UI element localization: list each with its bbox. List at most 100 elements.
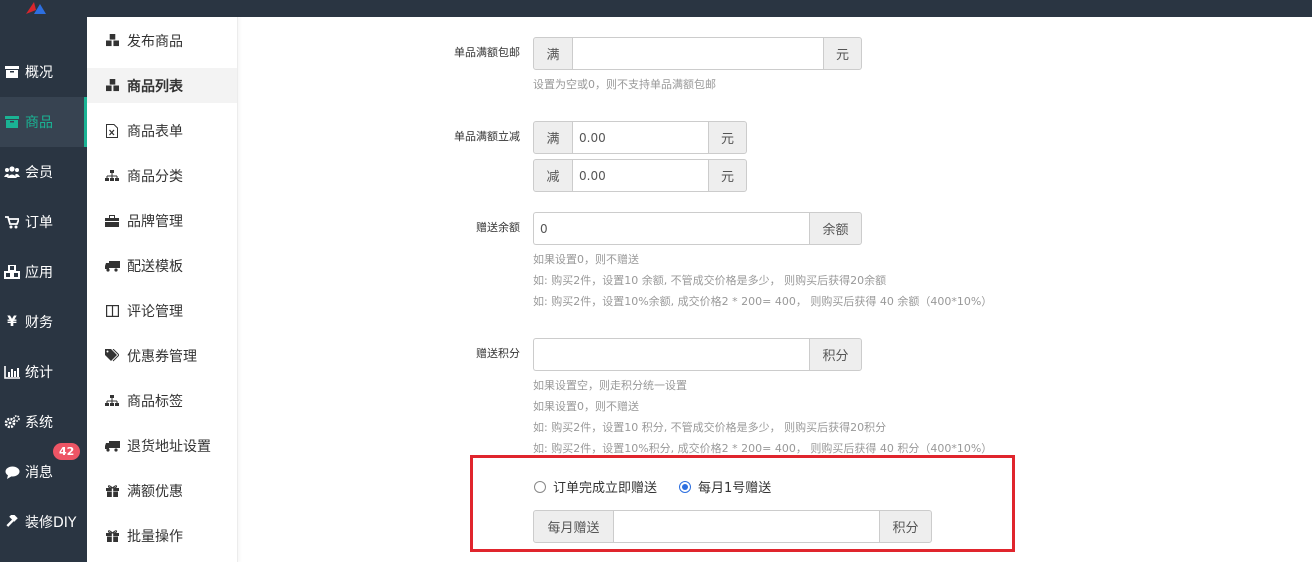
bar-chart-icon bbox=[4, 365, 20, 379]
nav-label: 应用 bbox=[25, 265, 53, 281]
archive-icon bbox=[4, 66, 20, 78]
free-shipping-help: 设置为空或0，则不支持单品满额包邮 bbox=[533, 78, 716, 91]
nav-label: 财务 bbox=[25, 315, 53, 331]
cart-icon bbox=[4, 215, 20, 229]
monthly-gift-input[interactable] bbox=[614, 510, 879, 543]
instant-discount-label: 单品满额立减 bbox=[454, 130, 520, 143]
gift-balance-help-1: 如果设置0，则不赠送 bbox=[533, 253, 639, 266]
gift-balance-suffix: 余额 bbox=[809, 212, 862, 245]
sub-nav: 发布商品 商品列表 商品表单 商品分类 品牌管理 配送模板 评论管理 优惠券管理… bbox=[87, 17, 238, 562]
gift-balance-group: 余额 bbox=[533, 212, 862, 245]
sub-item-label: 满额优惠 bbox=[127, 483, 183, 500]
cubes-icon bbox=[4, 265, 20, 279]
truck-icon bbox=[104, 260, 120, 272]
free-shipping-label: 单品满额包邮 bbox=[454, 46, 520, 59]
gift-points-help-4: 如: 购买2件，设置10%积分, 成交价格2 * 200= 400， 则购买后获… bbox=[533, 442, 993, 455]
sub-item-label: 发布商品 bbox=[127, 33, 183, 50]
gift-balance-label: 赠送余额 bbox=[476, 221, 520, 234]
users-icon bbox=[4, 166, 20, 178]
nav-label: 系统 bbox=[25, 415, 53, 431]
discount-minus-input[interactable] bbox=[573, 159, 708, 192]
nav-item-orders[interactable]: 订单 bbox=[0, 197, 87, 247]
sub-item-label: 商品表单 bbox=[127, 123, 183, 140]
sub-item-label: 品牌管理 bbox=[127, 213, 183, 230]
gift-balance-input[interactable] bbox=[533, 212, 809, 245]
sub-item-goods-form[interactable]: 商品表单 bbox=[87, 113, 237, 148]
columns-icon bbox=[104, 304, 120, 317]
sub-item-label: 配送模板 bbox=[127, 258, 183, 275]
sub-item-label: 商品分类 bbox=[127, 168, 183, 185]
discount-full-suffix: 元 bbox=[708, 121, 747, 154]
nav-item-goods[interactable]: 商品 bbox=[0, 97, 87, 147]
sub-item-label: 评论管理 bbox=[127, 303, 183, 320]
sub-item-goods-list[interactable]: 商品列表 bbox=[87, 68, 237, 103]
nav-item-decoration-diy[interactable]: 装修DIY bbox=[0, 497, 87, 547]
sub-item-batch-operation[interactable]: 批量操作 bbox=[87, 518, 237, 553]
radio-dot-unchecked[interactable] bbox=[534, 480, 546, 493]
cubes-icon bbox=[104, 34, 120, 47]
nav-item-members[interactable]: 会员 bbox=[0, 147, 87, 197]
sitemap-icon bbox=[104, 169, 120, 182]
nav-item-apps[interactable]: 应用 bbox=[0, 247, 87, 297]
gavel-icon bbox=[4, 515, 20, 529]
sub-item-label: 退货地址设置 bbox=[127, 438, 211, 455]
sub-item-publish-goods[interactable]: 发布商品 bbox=[87, 23, 237, 58]
nav-item-statistics[interactable]: 统计 bbox=[0, 347, 87, 397]
sitemap-icon bbox=[104, 394, 120, 407]
radio-monthly-gift[interactable]: 每月1号赠送 bbox=[679, 477, 771, 496]
truck-icon bbox=[104, 440, 120, 452]
nav-item-system[interactable]: 系统 bbox=[0, 397, 87, 447]
nav-label: 装修DIY bbox=[25, 515, 77, 531]
nav-label: 会员 bbox=[25, 165, 53, 181]
logo-icon bbox=[20, 0, 56, 17]
instant-discount-minus-group: 减 元 bbox=[533, 159, 747, 192]
briefcase-icon bbox=[104, 214, 120, 227]
radio-immediate-gift[interactable]: 订单完成立即赠送 bbox=[534, 477, 657, 496]
nav-label: 统计 bbox=[25, 365, 53, 381]
nav-label: 订单 bbox=[25, 215, 53, 231]
sub-item-label: 商品列表 bbox=[127, 78, 183, 95]
sub-item-brand-management[interactable]: 品牌管理 bbox=[87, 203, 237, 238]
gift-points-input[interactable] bbox=[533, 338, 809, 371]
sub-item-review-management[interactable]: 评论管理 bbox=[87, 293, 237, 328]
radio-dot-checked[interactable] bbox=[679, 480, 691, 493]
gift-points-group: 积分 bbox=[533, 338, 862, 371]
sub-item-label: 批量操作 bbox=[127, 528, 183, 545]
gift-balance-help-3: 如: 购买2件，设置10%余额, 成交价格2 * 200= 400， 则购买后获… bbox=[533, 295, 993, 308]
gears-icon bbox=[4, 415, 20, 429]
discount-minus-suffix: 元 bbox=[708, 159, 747, 192]
yen-icon: ¥ bbox=[7, 314, 17, 330]
gift-points-help-2: 如果设置0，则不赠送 bbox=[533, 400, 639, 413]
sub-item-label: 商品标签 bbox=[127, 393, 183, 410]
sub-item-return-address[interactable]: 退货地址设置 bbox=[87, 428, 237, 463]
comment-icon bbox=[4, 466, 20, 479]
radio-label: 每月1号赠送 bbox=[698, 481, 772, 496]
sub-item-coupon-management[interactable]: 优惠券管理 bbox=[87, 338, 237, 373]
sub-item-goods-tags[interactable]: 商品标签 bbox=[87, 383, 237, 418]
sub-item-shipping-template[interactable]: 配送模板 bbox=[87, 248, 237, 283]
nav-label: 消息 bbox=[25, 465, 53, 481]
free-shipping-group: 满 元 bbox=[533, 37, 862, 70]
sub-item-goods-category[interactable]: 商品分类 bbox=[87, 158, 237, 193]
discount-full-input[interactable] bbox=[573, 121, 708, 154]
cubes-icon bbox=[104, 79, 120, 92]
main-nav: 概况 商品 会员 订单 应用 ¥ 财务 统计 系统 消息 42 装修DIY bbox=[0, 17, 87, 562]
nav-item-overview[interactable]: 概况 bbox=[0, 47, 87, 97]
discount-full-prefix: 满 bbox=[533, 121, 573, 154]
monthly-gift-suffix: 积分 bbox=[879, 510, 932, 543]
tags-icon bbox=[104, 349, 120, 362]
monthly-gift-group: 每月赠送 积分 bbox=[533, 510, 932, 543]
discount-minus-prefix: 减 bbox=[533, 159, 573, 192]
gift-points-help-1: 如果设置空，则走积分统一设置 bbox=[533, 379, 687, 392]
gift-points-suffix: 积分 bbox=[809, 338, 862, 371]
free-shipping-suffix: 元 bbox=[823, 37, 862, 70]
unread-badge: 42 bbox=[53, 443, 81, 460]
nav-item-finance[interactable]: ¥ 财务 bbox=[0, 297, 87, 347]
gift-points-help-3: 如: 购买2件，设置10 积分, 不管成交价格是多少， 则购买后获得20积分 bbox=[533, 421, 887, 434]
free-shipping-input[interactable] bbox=[573, 37, 823, 70]
sub-item-full-discount[interactable]: 满额优惠 bbox=[87, 473, 237, 508]
nav-item-messages[interactable]: 消息 42 bbox=[0, 443, 87, 497]
sub-item-label: 优惠券管理 bbox=[127, 348, 197, 365]
gift-points-label: 赠送积分 bbox=[476, 347, 520, 360]
gift-icon bbox=[104, 484, 120, 497]
